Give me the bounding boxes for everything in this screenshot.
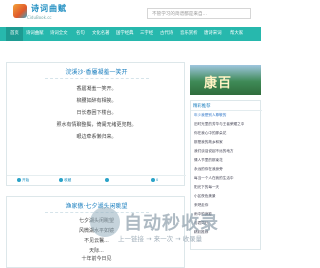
watermark-overlay: 自动秒收录 上一链接 → 来一次 → 收录量 [90, 205, 260, 245]
nav-item-6[interactable]: 国学经典 [116, 30, 134, 36]
sidebar-link[interactable]: 情人节里的那束花 [194, 158, 223, 163]
open-icon [17, 178, 21, 182]
view-count: 0 [151, 178, 158, 182]
nav-item-9[interactable]: 音乐赏析 [180, 30, 198, 36]
poem-toolbar: 开始 收藏 0 [7, 175, 186, 185]
star-icon [59, 178, 63, 182]
poem-line: 眼边牵系懒归来。 [76, 134, 117, 140]
sidebar-link[interactable]: 旧时光里的芳华与王者荣耀之中 [194, 122, 244, 127]
poem-line: 照水有情聊整鬓，倚阑无绪更兜鞋。 [56, 122, 137, 128]
eye-icon [151, 178, 155, 182]
sidebar-link[interactable]: 年少我是别人尊敬的 [194, 113, 226, 118]
main-nav: 首页 诗词曲赋 诗词全文 名句 文化名著 国学经典 三字经 古代诗 音乐赏析 唐… [0, 27, 261, 41]
promo-banner[interactable]: 康百 [190, 65, 261, 95]
nav-item-2[interactable]: 诗词曲赋 [26, 30, 44, 36]
favorite-button[interactable]: 收藏 [59, 178, 71, 183]
logo-subtitle: CiduBook.cc [27, 15, 52, 20]
poem-line: 十年前今日见 [81, 256, 112, 262]
poem-line: 柳腰如醉有相挨。 [76, 98, 117, 104]
sidebar-heading: 精彩推荐 [193, 104, 211, 109]
favorite-label: 收藏 [64, 178, 72, 182]
nav-item-8[interactable]: 古代诗 [160, 30, 173, 36]
watermark-logo-icon [90, 207, 120, 237]
logo-icon [13, 4, 27, 18]
sidebar-link[interactable]: 那是我的故乡和家 [194, 140, 223, 145]
title-divider [45, 78, 149, 79]
sidebar-link[interactable]: 永远的你在我身旁 [194, 167, 223, 172]
sidebar-divider [191, 110, 262, 111]
site-header: 诗词曲赋 CiduBook.cc 不管学习的简谱都是来自... [0, 0, 261, 27]
watermark-subtext: 上一链接 → 来一次 → 收录量 [118, 235, 203, 243]
poem-title[interactable]: 浣溪沙·香靥凝羞一笑开 [7, 67, 186, 76]
nav-item-5[interactable]: 文化名著 [92, 30, 110, 36]
nav-item-11[interactable]: 帮大家 [230, 30, 243, 36]
poem-card: 浣溪沙·香靥凝羞一笑开 香靥凝羞一笑开。 柳腰如醉有相挨。 日长春困下楼台。 照… [6, 62, 186, 186]
nav-item-10[interactable]: 唐诗宋词 [204, 30, 222, 36]
share-icon [105, 178, 109, 182]
sidebar-link[interactable]: 小区夜色美景 [194, 194, 216, 199]
logo-title: 诗词曲赋 [31, 4, 67, 13]
sidebar-link[interactable]: 我们谈话说起不远的地方 [194, 149, 234, 154]
nav-item-4[interactable]: 名句 [76, 30, 85, 36]
search-input[interactable]: 不管学习的简谱都是来自... [147, 8, 251, 19]
open-button[interactable]: 开始 [17, 178, 29, 183]
poem-line: 香靥凝羞一笑开。 [76, 86, 117, 92]
poem-line: 天际... [89, 248, 104, 254]
nav-item-3[interactable]: 诗词全文 [50, 30, 68, 36]
sidebar-link[interactable]: 每当一个人在我的生活中 [194, 176, 234, 181]
open-label: 开始 [22, 178, 30, 182]
poem-line: 日长春困下楼台。 [76, 110, 117, 116]
site-logo[interactable]: 诗词曲赋 CiduBook.cc [13, 3, 66, 25]
nav-item-home[interactable]: 首页 [6, 27, 23, 41]
sidebar-link[interactable]: 你在我心中的那朵花 [194, 131, 226, 136]
watermark-text: 自动秒收录 [124, 213, 219, 234]
banner-text: 康百 [204, 76, 233, 91]
sidebar-link[interactable]: 阳光下的每一天 [194, 185, 219, 190]
search-placeholder: 不管学习的简谱都是来自... [152, 12, 207, 17]
nav-item-7[interactable]: 三字经 [140, 30, 153, 36]
share-button[interactable] [105, 178, 110, 182]
view-count-label: 0 [156, 178, 159, 182]
